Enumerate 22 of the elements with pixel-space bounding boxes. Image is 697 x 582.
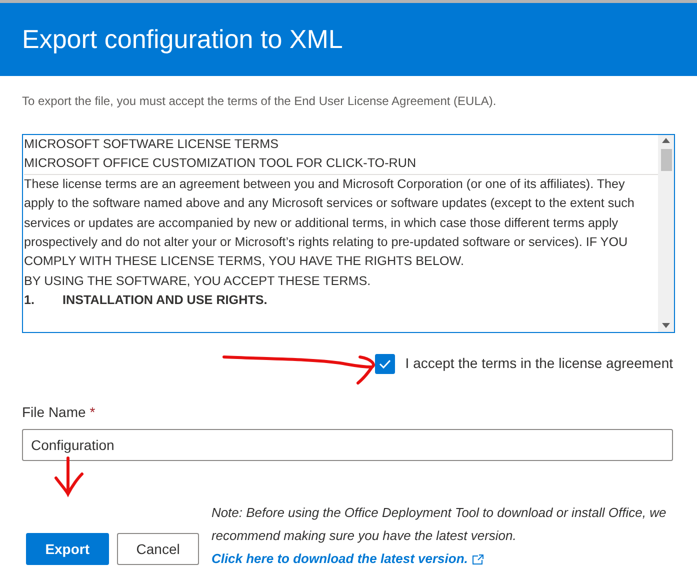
cancel-button[interactable]: Cancel — [116, 533, 200, 565]
external-link-icon[interactable] — [472, 554, 484, 566]
scroll-thumb[interactable] — [660, 149, 672, 171]
export-button[interactable]: Export — [26, 533, 109, 565]
check-icon — [379, 358, 392, 368]
accept-label: I accept the terms in the license agreement — [405, 354, 673, 373]
license-paragraph: BY USING THE SOFTWARE, YOU ACCEPT THESE TERMS. — [24, 272, 372, 290]
accept-checkbox[interactable] — [375, 354, 396, 374]
file-name-label: File Name * — [22, 403, 96, 422]
scroll-up-icon[interactable] — [662, 138, 670, 144]
dialog-title: Export configuration to XML — [22, 24, 343, 56]
license-heading: MICROSOFT SOFTWARE LICENSE TERMS — [24, 136, 280, 153]
note-text: Note: Before using the Office Deployment Tool to download or install Office, we recommend making sure you have the latest version. Click here to download the latest version. — [211, 504, 668, 568]
license-heading: MICROSOFT OFFICE CUSTOMIZATION TOOL FOR CLICK-TO-RUN — [24, 155, 418, 172]
section-heading: INSTALLATION AND USE RIGHTS. — [62, 292, 268, 310]
download-link[interactable]: Click here to download the latest version. — [211, 551, 484, 566]
file-name-field[interactable]: Configuration — [22, 429, 673, 461]
scrollbar[interactable] — [658, 135, 674, 332]
section-number: 1. — [24, 292, 35, 310]
intro-text: To export the file, you must accept the terms of the End User License Agreement (EULA). — [22, 93, 498, 110]
license-paragraph: These license terms are an agreement between you and Microsoft Corporation (or one of its affiliates). They apply to the software named above and any Microsoft services or software updates (except to the extent such services or updates are accompanied by new or additional terms, in which case those different terms apply prospectively and do not alter your or Microsoft’s rights relating to pre-updated software or services). IF YOU COMPLY WITH THESE LICENSE TERMS, YOU HAVE THE RIGHTS BELOW. — [24, 176, 636, 270]
scroll-down-icon[interactable] — [662, 323, 670, 328]
